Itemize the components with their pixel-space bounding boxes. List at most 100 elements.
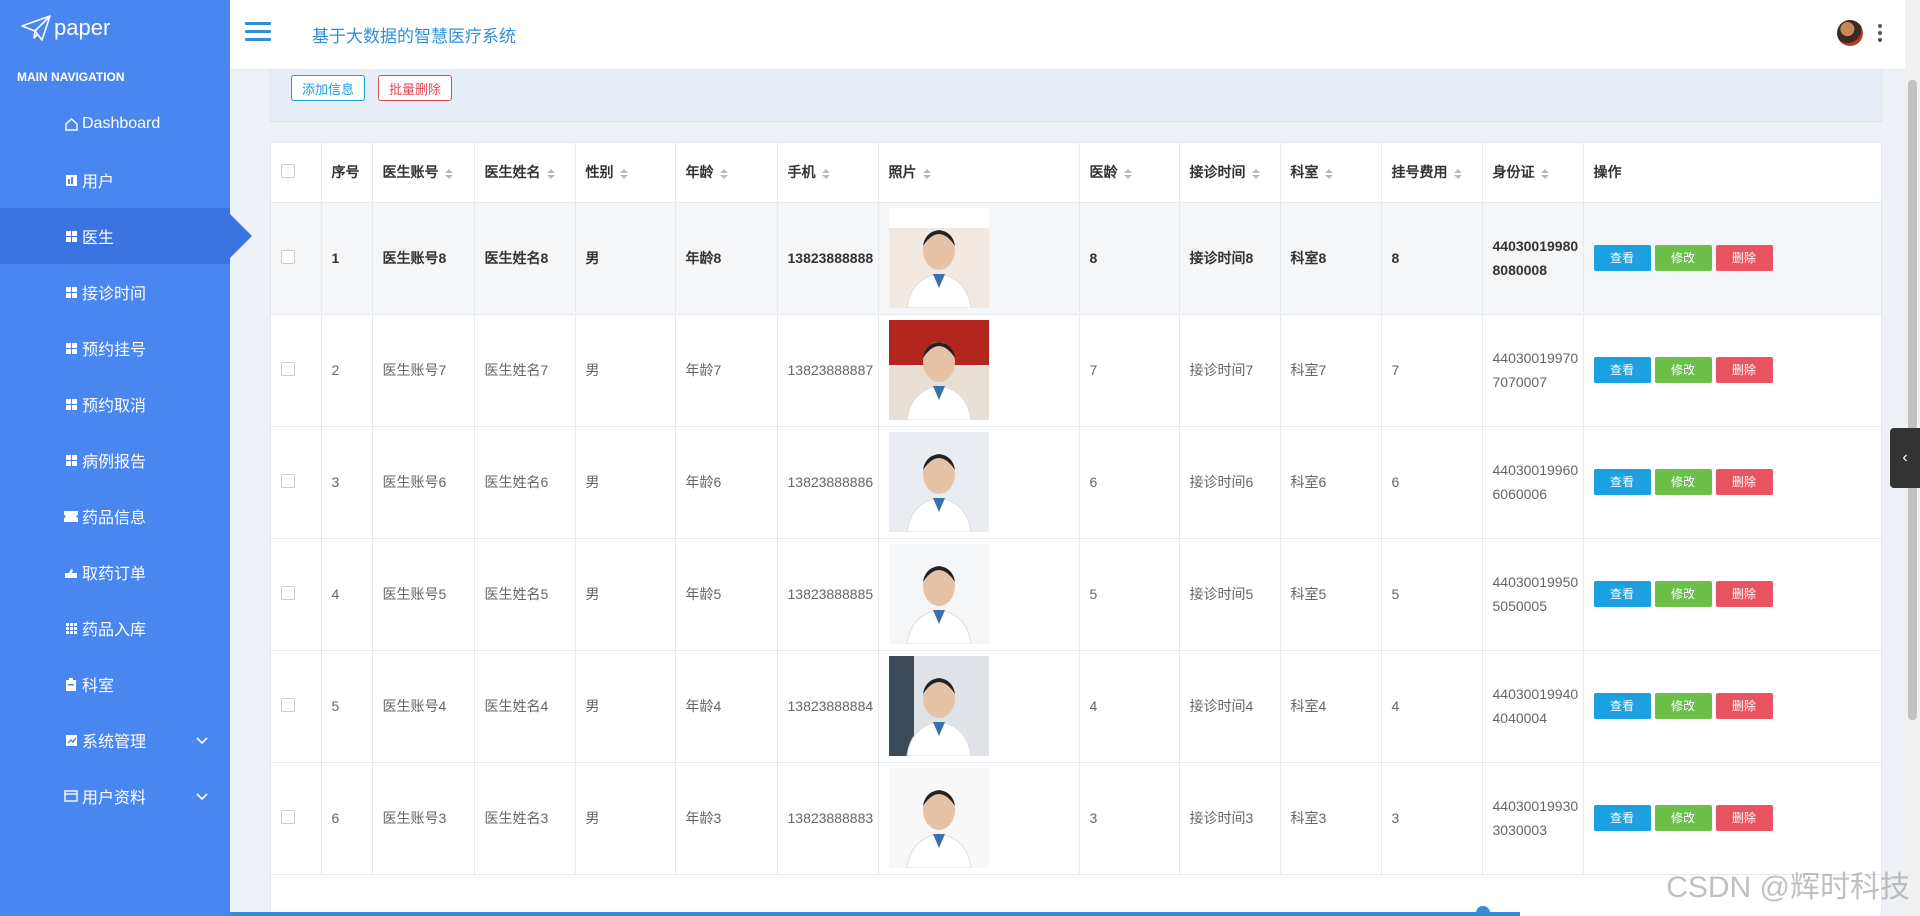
column-header[interactable]: 身份证 <box>1482 143 1584 203</box>
cell-no-text: 1 <box>331 250 340 266</box>
delete-button[interactable]: 删除 <box>1715 357 1773 383</box>
sidebar-item-dashboard[interactable]: Dashboard <box>0 96 230 152</box>
cell-reception-time-text: 接诊时间7 <box>1189 362 1254 378</box>
scrollbar-thumb[interactable] <box>1908 80 1917 720</box>
cell-reception-time: 接诊时间6 <box>1179 426 1281 539</box>
column-header[interactable]: 手机 <box>777 143 879 203</box>
delete-button[interactable]: 删除 <box>1715 805 1773 831</box>
sort-icon[interactable] <box>821 168 830 179</box>
row-checkbox[interactable] <box>281 473 295 488</box>
sidebar-item-department[interactable]: 科室 <box>0 656 230 712</box>
sort-icon[interactable] <box>1324 168 1333 179</box>
sidebar-item-case-report[interactable]: 病例报告 <box>0 432 230 488</box>
avatar[interactable] <box>1837 20 1863 46</box>
sort-icon[interactable] <box>1540 168 1549 179</box>
row-checkbox[interactable] <box>281 697 295 712</box>
view-button[interactable]: 查看 <box>1593 581 1651 607</box>
cell-gender: 男 <box>575 538 676 651</box>
batch-delete-button[interactable]: 批量删除 <box>378 75 453 101</box>
view-button[interactable]: 查看 <box>1593 693 1651 719</box>
cell-gender: 男 <box>575 762 676 875</box>
cell-reception-time-text: 接诊时间8 <box>1189 250 1254 266</box>
logo[interactable]: paper <box>0 0 230 56</box>
edit-button[interactable]: 修改 <box>1654 245 1712 271</box>
cell-name: 医生姓名6 <box>474 426 576 539</box>
video-progress-bar[interactable] <box>230 912 1520 916</box>
edit-button[interactable]: 修改 <box>1654 805 1712 831</box>
column-header[interactable]: 医生姓名 <box>474 143 576 203</box>
view-button[interactable]: 查看 <box>1593 469 1651 495</box>
video-progress-knob[interactable] <box>1476 906 1490 916</box>
row-checkbox[interactable] <box>281 585 295 600</box>
column-header[interactable]: 医生账号 <box>372 143 475 203</box>
sidebar-item-appointment[interactable]: 预约挂号 <box>0 320 230 376</box>
sidebar-item-user-profile[interactable]: 用户资料 <box>0 768 230 824</box>
cell-account-text: 医生账号5 <box>382 586 447 602</box>
sidebar-item-users[interactable]: 用户 <box>0 152 230 208</box>
more-options-icon[interactable] <box>1877 24 1883 42</box>
cell-phone-text: 13823888884 <box>787 698 874 714</box>
sidebar-item-reception-time[interactable]: 接诊时间 <box>0 264 230 320</box>
table-row: 1 医生账号8 医生姓名8 男 年龄8 13823888888 8 接诊时间8 科室8 8 4403… <box>271 202 1881 315</box>
cell-no: 5 <box>321 650 373 763</box>
cell-id-number-text: 440300199404040004 <box>1492 686 1579 726</box>
cell-account: 医生账号5 <box>372 538 475 651</box>
add-info-button[interactable]: 添加信息 <box>291 75 366 101</box>
cell-id-number: 440300199606060006 <box>1482 426 1584 539</box>
menu-toggle-icon[interactable] <box>245 22 271 42</box>
top-header: 基于大数据的智慧医疗系统 <box>230 0 1905 70</box>
sidebar-item-label: 科室 <box>82 678 115 695</box>
column-header[interactable]: 挂号费用 <box>1381 143 1483 203</box>
logo-text: paper <box>54 15 111 40</box>
sort-icon[interactable] <box>1453 168 1462 179</box>
row-checkbox[interactable] <box>281 809 295 824</box>
sort-icon[interactable] <box>444 168 453 179</box>
sidebar-item-label: 病例报告 <box>82 454 147 471</box>
sidebar-item-doctors[interactable]: 医生 <box>0 208 252 264</box>
column-header[interactable]: 年龄 <box>675 143 778 203</box>
cell-years-text: 5 <box>1089 586 1098 602</box>
system-title: 基于大数据的智慧医疗系统 <box>312 27 516 46</box>
sidebar-item-appointment-cancel[interactable]: 预约取消 <box>0 376 230 432</box>
sort-icon[interactable] <box>1251 168 1260 179</box>
delete-button[interactable]: 删除 <box>1715 469 1773 495</box>
delete-button[interactable]: 删除 <box>1715 693 1773 719</box>
cell-years: 5 <box>1079 538 1180 651</box>
column-header[interactable]: 科室 <box>1280 143 1382 203</box>
select-all-checkbox[interactable] <box>281 163 295 178</box>
edit-button[interactable]: 修改 <box>1654 581 1712 607</box>
cell-reception-time-text: 接诊时间4 <box>1189 698 1254 714</box>
sidebar-item-medicine-stock[interactable]: 药品入库 <box>0 600 230 656</box>
delete-button[interactable]: 删除 <box>1715 581 1773 607</box>
cell-department: 科室5 <box>1280 538 1382 651</box>
column-header[interactable]: 医龄 <box>1079 143 1180 203</box>
view-button[interactable]: 查看 <box>1593 805 1651 831</box>
sort-icon[interactable] <box>619 168 628 179</box>
sidebar-item-system-management[interactable]: 系统管理 <box>0 712 230 768</box>
cell-id-number-text: 440300199606060006 <box>1492 462 1579 502</box>
column-header[interactable]: 接诊时间 <box>1179 143 1281 203</box>
view-button[interactable]: 查看 <box>1593 245 1651 271</box>
delete-button[interactable]: 删除 <box>1715 245 1773 271</box>
view-button[interactable]: 查看 <box>1593 357 1651 383</box>
edit-button[interactable]: 修改 <box>1654 357 1712 383</box>
sidebar-item-medicine-info[interactable]: 药品信息 <box>0 488 230 544</box>
sort-icon[interactable] <box>1123 168 1132 179</box>
row-checkbox[interactable] <box>281 361 295 376</box>
sort-icon[interactable] <box>922 168 931 179</box>
sort-icon[interactable] <box>546 168 555 179</box>
cell-age: 年龄7 <box>675 314 778 427</box>
row-checkbox[interactable] <box>281 249 295 264</box>
edit-button[interactable]: 修改 <box>1654 469 1712 495</box>
cell-account-text: 医生账号7 <box>382 362 447 378</box>
column-header[interactable]: 照片 <box>878 143 1080 203</box>
sidebar-item-medicine-orders[interactable]: 取药订单 <box>0 544 230 600</box>
column-header[interactable]: 性别 <box>575 143 676 203</box>
edit-button[interactable]: 修改 <box>1654 693 1712 719</box>
cell-no-text: 2 <box>331 362 340 378</box>
sidebar-item-label: 取药订单 <box>82 566 147 583</box>
row-select-cell <box>271 426 322 539</box>
cell-name: 医生姓名7 <box>474 314 576 427</box>
sort-icon[interactable] <box>719 168 728 179</box>
chevron-left-icon[interactable]: ‹ <box>1890 428 1920 488</box>
